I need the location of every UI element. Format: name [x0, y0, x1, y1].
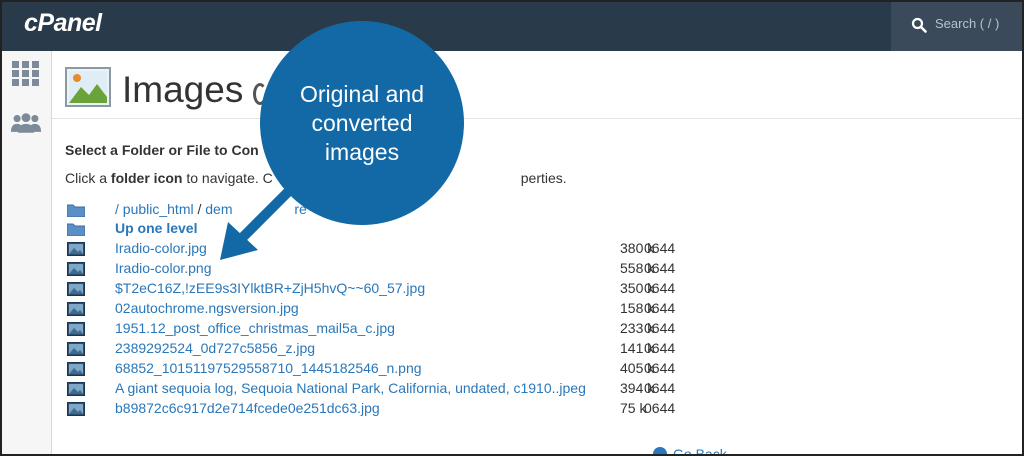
file-row: $T2eC16Z,!zEE9s3IYlktBR+ZjH5hvQ~~60_57.j… [65, 279, 705, 299]
file-link[interactable]: 02autochrome.ngsversion.jpg [115, 300, 299, 316]
image-file-icon[interactable] [67, 362, 85, 376]
file-permissions: 0644 [644, 280, 676, 296]
top-bar: cPanel [0, 0, 1024, 51]
back-arrow-icon [653, 447, 667, 456]
file-permissions: 0644 [644, 300, 676, 316]
page-header: Images [52, 51, 1024, 119]
instructions-pre: Click a [65, 170, 111, 186]
section-heading: Select a Folder or File to Con [65, 142, 259, 158]
breadcrumb-root[interactable]: / public_html [115, 201, 194, 217]
file-link[interactable]: Iradio-color.png [115, 260, 212, 276]
file-link[interactable]: 68852_10151197529558710_1445182546_n.png [115, 360, 422, 376]
image-file-icon[interactable] [67, 302, 85, 316]
sidebar-item-users[interactable] [10, 108, 42, 138]
folder-icon[interactable] [67, 203, 85, 217]
image-file-icon[interactable] [67, 342, 85, 356]
users-icon [10, 113, 42, 133]
file-row: Iradio-color.jpg 380 k 0644 [65, 239, 705, 259]
sidebar-item-tools[interactable] [10, 59, 42, 89]
file-link[interactable]: A giant sequoia log, Sequoia National Pa… [115, 380, 586, 396]
file-permissions: 0644 [644, 260, 676, 276]
file-row: 68852_10151197529558710_1445182546_n.png… [65, 359, 705, 379]
search-icon [911, 17, 927, 33]
file-permissions: 0644 [644, 340, 676, 356]
file-row: 02autochrome.ngsversion.jpg 158 k 0644 [65, 299, 705, 319]
up-one-level-link[interactable]: Up one level [115, 220, 197, 236]
go-back-label: Go Back [673, 446, 727, 456]
file-permissions: 0644 [644, 400, 676, 416]
image-file-icon[interactable] [67, 262, 85, 276]
callout-text: Original and converted images [299, 80, 425, 165]
search-input[interactable] [935, 16, 1015, 31]
file-link[interactable]: Iradio-color.jpg [115, 240, 207, 256]
instructions-bold: folder icon [110, 170, 183, 186]
search-box[interactable] [891, 0, 1024, 51]
file-row: Iradio-color.png 558 k 0644 [65, 259, 705, 279]
instructions-tail: perties. [520, 170, 567, 186]
file-link[interactable]: 2389292524_0d727c5856_z.jpg [115, 340, 315, 356]
image-file-icon[interactable] [67, 242, 85, 256]
image-file-icon[interactable] [67, 282, 85, 296]
cpanel-logo[interactable]: cPanel [24, 9, 102, 38]
file-permissions: 0644 [644, 240, 676, 256]
left-sidebar [0, 51, 52, 456]
image-file-icon[interactable] [67, 402, 85, 416]
file-row: b89872c6c917d2e714fcede0e251dc63.jpg 75 k… [65, 399, 705, 419]
page-title: Images [122, 69, 244, 110]
folder-icon[interactable] [67, 222, 85, 236]
image-file-icon[interactable] [67, 382, 85, 396]
image-file-icon[interactable] [67, 322, 85, 336]
file-row: 2389292524_0d727c5856_z.jpg 141 k 0644 [65, 339, 705, 359]
file-permissions: 0644 [644, 360, 676, 376]
callout-bubble: Original and converted images [260, 21, 464, 225]
file-row: A giant sequoia log, Sequoia National Pa… [65, 379, 705, 399]
file-row: 1951.12_post_office_christmas_mail5a_c.j… [65, 319, 705, 339]
go-back-link[interactable]: Go Back [653, 446, 727, 456]
image-icon [65, 67, 111, 107]
file-link[interactable]: 1951.12_post_office_christmas_mail5a_c.j… [115, 320, 395, 336]
file-link[interactable]: b89872c6c917d2e714fcede0e251dc63.jpg [115, 400, 380, 416]
file-size: 75 k [620, 400, 647, 416]
file-permissions: 0644 [644, 380, 676, 396]
grid-icon [12, 61, 39, 86]
file-link[interactable]: $T2eC16Z,!zEE9s3IYlktBR+ZjH5hvQ~~60_57.j… [115, 280, 425, 296]
file-permissions: 0644 [644, 320, 676, 336]
